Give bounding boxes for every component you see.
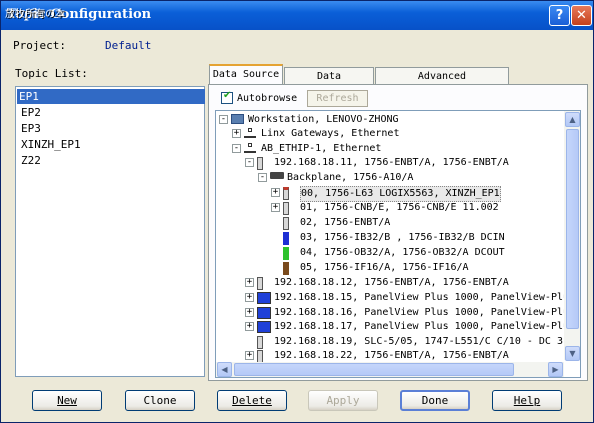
scroll-left-button[interactable]: ◀: [217, 362, 232, 377]
scroll-down-button[interactable]: ▼: [565, 346, 580, 361]
backplane-icon: [270, 172, 284, 179]
module-icon: [257, 277, 263, 290]
expand-icon[interactable]: +: [271, 188, 280, 197]
topic-list-item[interactable]: XINZH_EP1: [19, 137, 203, 152]
expand-icon[interactable]: +: [245, 322, 254, 331]
tree-node[interactable]: 192.168.18.19, SLC-5/05, 1747-L551/C C/1…: [274, 335, 575, 349]
tree-node[interactable]: Linx Gateways, Ethernet: [261, 127, 399, 141]
clone-label: Clone: [143, 394, 177, 407]
tree-node[interactable]: 192.168.18.16, PanelView Plus 1000, Pane…: [274, 306, 575, 320]
tab-data-source[interactable]: Data Source: [209, 64, 283, 85]
tree-node[interactable]: 01, 1756-CNB/E, 1756-CNB/E 11.002: [300, 201, 499, 215]
module-icon: [283, 202, 289, 215]
help-label: Help: [513, 394, 541, 407]
delete-button[interactable]: Delete: [217, 390, 287, 411]
expand-icon[interactable]: +: [245, 351, 254, 360]
network-icon: [244, 128, 256, 138]
apply-label: Apply: [326, 394, 360, 407]
collapse-icon[interactable]: -: [232, 144, 241, 153]
tree-node[interactable]: 02, 1756-ENBT/A: [300, 216, 390, 230]
delete-label: Delete: [232, 394, 272, 407]
new-label: New: [57, 394, 77, 407]
help-title-button[interactable]: ?: [549, 5, 570, 26]
module-icon: [257, 336, 263, 349]
autobrowse-label: Autobrowse: [237, 93, 298, 104]
tree-node[interactable]: 04, 1756-OB32/A, 1756-OB32/A DCOUT: [300, 246, 505, 260]
topic-list-item[interactable]: EP1: [17, 89, 205, 104]
apply-button[interactable]: Apply: [308, 390, 378, 411]
module-icon: [257, 157, 263, 170]
topic-list-item[interactable]: EP3: [19, 121, 203, 136]
topic-list-item[interactable]: EP2: [19, 105, 203, 120]
tree-node[interactable]: 192.168.18.15, PanelView Plus 1000, Pane…: [274, 291, 575, 305]
tree-node[interactable]: 192.168.18.11, 1756-ENBT/A, 1756-ENBT/A: [274, 156, 509, 170]
workstation-icon: [231, 114, 244, 124]
refresh-button[interactable]: Refresh: [307, 90, 368, 107]
watermark-text: 放牧所有の本: [5, 9, 65, 20]
expand-icon[interactable]: +: [245, 308, 254, 317]
expand-icon[interactable]: +: [245, 293, 254, 302]
vertical-scroll-thumb[interactable]: [566, 129, 579, 329]
help-button[interactable]: Help: [492, 390, 562, 411]
topic-list-item[interactable]: Z22: [19, 153, 203, 168]
expand-icon[interactable]: +: [245, 278, 254, 287]
title-bar[interactable]: Topic Configuration 放牧所有の本 ? ✕: [1, 1, 593, 30]
expand-icon[interactable]: +: [232, 129, 241, 138]
scroll-right-button[interactable]: ▶: [548, 362, 563, 377]
project-label: Project:: [13, 39, 66, 52]
panelview-icon: [257, 292, 271, 304]
close-button[interactable]: ✕: [571, 5, 592, 26]
tab-data-collection[interactable]: Data Collection: [284, 67, 374, 99]
scroll-up-button[interactable]: ▲: [565, 112, 580, 127]
tree-node[interactable]: Workstation, LENOVO-ZHONG: [248, 113, 399, 127]
new-button[interactable]: New: [32, 390, 102, 411]
tree-node[interactable]: 192.168.18.12, 1756-ENBT/A, 1756-ENBT/A: [274, 276, 509, 290]
output-module-icon: [283, 247, 289, 260]
panelview-icon: [257, 321, 271, 333]
tab-advanced-communication[interactable]: Advanced Communication: [375, 67, 509, 99]
collapse-icon[interactable]: -: [245, 158, 254, 167]
panelview-icon: [257, 307, 271, 319]
expand-icon[interactable]: +: [271, 203, 280, 212]
tree-node[interactable]: 00, 1756-L63 LOGIX5563, XINZH_EP1: [300, 186, 501, 202]
input-module-icon: [283, 232, 289, 245]
module-icon: [283, 217, 289, 230]
tree-node[interactable]: 192.168.18.17, PanelView Plus 1000, Pane…: [274, 320, 575, 334]
tree-node[interactable]: 03, 1756-IB32/B , 1756-IB32/B DCIN: [300, 231, 505, 245]
topic-configuration-window: Topic Configuration 放牧所有の本 ? ✕ Project: …: [0, 0, 594, 423]
tree-node[interactable]: 05, 1756-IF16/A, 1756-IF16/A: [300, 261, 469, 275]
tree-node[interactable]: AB_ETHIP-1, Ethernet: [261, 142, 381, 156]
autobrowse-checkbox[interactable]: ✔: [221, 90, 233, 104]
analog-module-icon: [283, 262, 289, 275]
check-mark-icon: ✔: [223, 90, 232, 101]
done-button[interactable]: Done: [400, 390, 470, 411]
collapse-icon[interactable]: -: [258, 173, 267, 182]
project-value: Default: [105, 39, 152, 52]
done-label: Done: [421, 394, 449, 407]
processor-icon: [283, 187, 289, 200]
collapse-icon[interactable]: -: [219, 115, 228, 124]
tree-node[interactable]: 192.168.18.22, 1756-ENBT/A, 1756-ENBT/A: [274, 349, 509, 363]
network-icon: [244, 143, 256, 153]
tree-node[interactable]: Backplane, 1756-A10/A: [287, 171, 413, 185]
topic-list-label: Topic List:: [15, 67, 88, 80]
horizontal-scroll-thumb[interactable]: [234, 363, 514, 376]
clone-button[interactable]: Clone: [125, 390, 195, 411]
